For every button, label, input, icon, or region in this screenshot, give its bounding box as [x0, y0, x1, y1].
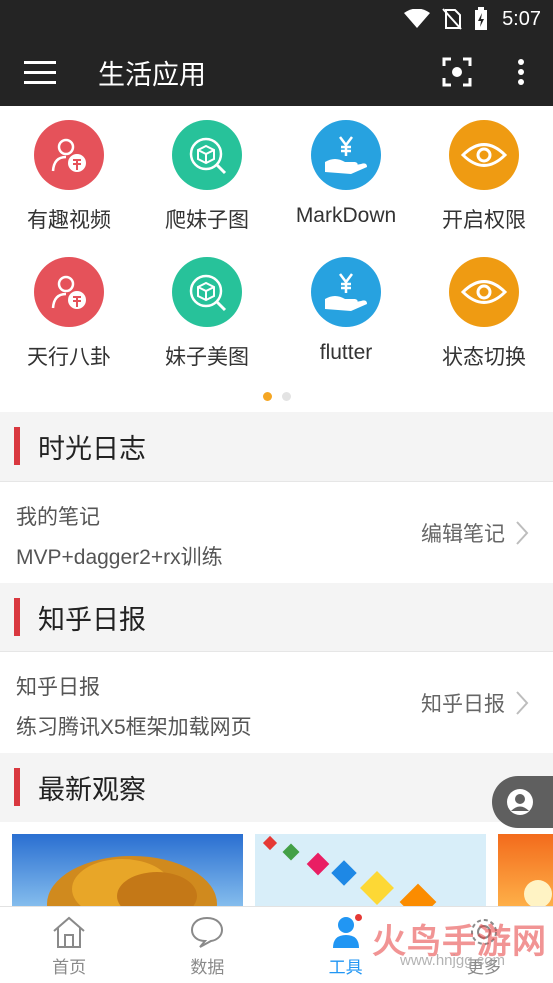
grid-item[interactable]: flutter: [277, 243, 415, 373]
edit-note-link[interactable]: 编辑笔记: [421, 518, 529, 548]
grid-item[interactable]: 妹子美图: [138, 243, 276, 373]
scan-icon: [442, 57, 472, 87]
no-sim-icon: [442, 8, 462, 30]
section-accent-bar: [14, 427, 20, 465]
section-title: 知乎日报: [38, 604, 146, 635]
menu-button[interactable]: [0, 38, 80, 106]
toolbar: 生活应用: [0, 38, 553, 106]
page-title: 生活应用: [98, 59, 206, 90]
yen-hand-icon: [311, 120, 381, 190]
yen-hand-icon: [311, 257, 381, 327]
grid-item-label: 有趣视频: [27, 209, 111, 232]
scan-button[interactable]: [425, 38, 489, 106]
action-label: 编辑笔记: [421, 523, 505, 546]
eye-icon: [449, 120, 519, 190]
hamburger-menu-icon: [24, 61, 56, 84]
section-header-zhihu: 知乎日报: [0, 583, 553, 651]
section-title: 最新观察: [38, 774, 146, 805]
battery-charging-icon: [475, 7, 488, 30]
kites-photo[interactable]: [255, 834, 486, 906]
zhihu-link[interactable]: 知乎日报: [421, 688, 529, 718]
sunset-photo[interactable]: [498, 834, 553, 906]
user-coin-icon: [34, 120, 104, 190]
section-accent-bar: [14, 768, 20, 806]
status-time: 5:07: [502, 7, 541, 30]
note-card[interactable]: 我的笔记 MVP+dagger2+rx训练 编辑笔记: [0, 481, 553, 583]
box-search-icon: [172, 257, 242, 327]
page-dot-active[interactable]: [262, 392, 272, 401]
page-indicator: [0, 392, 553, 401]
grid-item[interactable]: 开启权限: [415, 106, 553, 236]
grid-item[interactable]: 天行八卦: [0, 243, 138, 373]
eye-icon: [449, 257, 519, 327]
chat-bubble-icon: [191, 916, 224, 948]
card-subtitle: MVP+dagger2+rx训练: [16, 546, 223, 569]
page-dot[interactable]: [281, 392, 291, 401]
grid-item-label: 妹子美图: [165, 346, 249, 369]
grid-item-label: 开启权限: [442, 209, 526, 232]
more-vert-icon: [518, 59, 524, 85]
floating-assistant-button[interactable]: [492, 776, 553, 828]
observation-image-strip: [0, 822, 553, 906]
nav-label: 首页: [52, 958, 87, 977]
card-title: 知乎日报: [16, 676, 100, 699]
grid-item[interactable]: 有趣视频: [0, 106, 138, 236]
grid-item-label: flutter: [319, 341, 373, 364]
grid-item-label: MarkDown: [295, 204, 397, 227]
grid-item-label: 天行八卦: [27, 346, 111, 369]
nav-label: 数据: [190, 958, 225, 977]
user-coin-icon: [34, 257, 104, 327]
wifi-icon: [404, 9, 431, 28]
home-icon: [53, 916, 85, 948]
section-accent-bar: [14, 598, 20, 636]
chevron-right-icon: [516, 521, 529, 545]
section-header-time-log: 时光日志: [0, 412, 553, 480]
watermark-url: www.hnjgg.com: [400, 952, 506, 969]
grid-item[interactable]: 状态切换: [415, 243, 553, 373]
nav-home[interactable]: 首页: [0, 907, 138, 983]
app-root: 5:07 生活应用 有趣视频 爬妹子图 MarkDown 开启权限天行八卦 妹子美图 fl…: [0, 0, 553, 983]
grid-item[interactable]: MarkDown: [277, 106, 415, 236]
box-search-icon: [172, 120, 242, 190]
assistant-avatar-icon: [507, 789, 533, 815]
status-bar: 5:07: [0, 0, 553, 38]
card-title: 我的笔记: [16, 506, 100, 529]
card-subtitle: 练习腾讯X5框架加载网页: [16, 716, 252, 739]
section-header-latest: 最新观察: [0, 753, 553, 821]
nav-label: 工具: [328, 958, 363, 977]
zhihu-card[interactable]: 知乎日报 练习腾讯X5框架加载网页 知乎日报: [0, 651, 553, 753]
tree-photo[interactable]: [12, 834, 243, 906]
grid-item[interactable]: 爬妹子图: [138, 106, 276, 236]
chevron-right-icon: [516, 691, 529, 715]
notification-dot: [354, 914, 362, 921]
action-label: 知乎日报: [421, 693, 505, 716]
more-options-button[interactable]: [489, 38, 553, 106]
app-grid: 有趣视频 爬妹子图 MarkDown 开启权限天行八卦 妹子美图 flutter 状态切换: [0, 106, 553, 412]
grid-item-label: 状态切换: [442, 346, 526, 369]
nav-data[interactable]: 数据: [138, 907, 276, 983]
grid-item-label: 爬妹子图: [165, 209, 249, 232]
section-title: 时光日志: [38, 433, 146, 464]
